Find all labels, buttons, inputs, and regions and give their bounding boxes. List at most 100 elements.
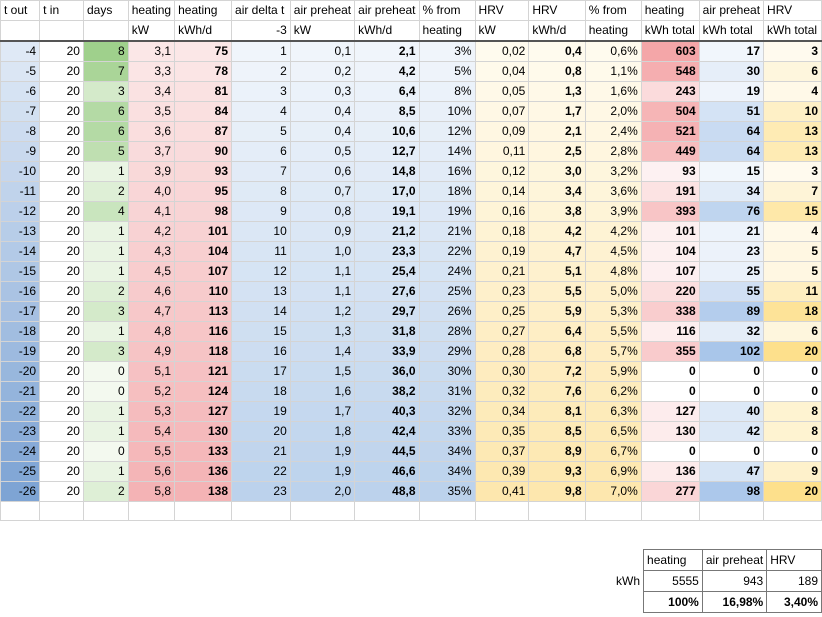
cell-days[interactable]: 5 <box>82 141 129 162</box>
cell-hrv-kwh-total[interactable]: 18 <box>763 301 822 322</box>
empty-cell[interactable] <box>83 521 128 540</box>
cell-air-preheat-kwhd[interactable]: 33,9 <box>354 341 420 362</box>
cell-air-delta-t[interactable]: 4 <box>231 101 291 122</box>
header-cell-air-preheat-kwh-total[interactable]: kWh total <box>698 20 765 42</box>
cell-air-preheat-kwhd[interactable]: 12,7 <box>354 141 420 162</box>
cell-hrv-kwhd[interactable]: 6,4 <box>528 321 586 342</box>
cell-pct-air-from-heating[interactable]: 28% <box>418 321 476 342</box>
cell-hrv-kw[interactable]: 0,12 <box>474 161 530 182</box>
cell-air-preheat-kwhd[interactable]: 4,2 <box>354 61 420 82</box>
cell-heating-kw[interactable]: 4,7 <box>127 301 176 322</box>
cell-heating-kwh-total[interactable]: 0 <box>640 441 700 462</box>
cell-pct-air-from-heating[interactable]: 12% <box>418 121 476 142</box>
cell-air-preheat-kw[interactable]: 0,8 <box>289 201 356 222</box>
cell-hrv-kw[interactable]: 0,21 <box>474 261 530 282</box>
cell-air-preheat-kwhd[interactable]: 48,8 <box>354 481 420 502</box>
cell-air-preheat-kwhd[interactable]: 44,5 <box>354 441 420 462</box>
empty-cell[interactable] <box>475 559 529 578</box>
cell-air-preheat-kw[interactable]: 1,1 <box>289 261 356 282</box>
cell-t-in[interactable]: 20 <box>39 341 84 362</box>
header-cell-air-preheat-kw[interactable]: kW <box>289 20 356 42</box>
cell-heating-kwhd[interactable]: 124 <box>174 381 233 402</box>
cell-t-out[interactable]: -6 <box>0 81 41 102</box>
summary-table[interactable]: heating air preheat HRV kWh 5555 943 189… <box>585 549 822 613</box>
cell-hrv-kwhd[interactable]: 9,8 <box>528 481 586 502</box>
cell-pct-hrv-from-heating[interactable]: 3,6% <box>584 181 642 202</box>
cell-hrv-kwhd[interactable]: 8,9 <box>528 441 586 462</box>
header-cell-hrv-kwhd[interactable]: HRV <box>528 0 586 21</box>
cell-heating-kw[interactable]: 4,0 <box>127 181 176 202</box>
cell-air-preheat-kw[interactable]: 1,1 <box>289 281 356 302</box>
cell-t-out[interactable]: -20 <box>0 361 41 382</box>
cell-air-preheat-kw[interactable]: 0,1 <box>289 40 356 62</box>
header-cell-air-delta-t[interactable]: air delta t <box>231 0 291 21</box>
cell-hrv-kw[interactable]: 0,41 <box>474 481 530 502</box>
cell-heating-kwh-total[interactable]: 603 <box>640 40 700 62</box>
empty-cell[interactable] <box>127 501 176 521</box>
cell-hrv-kwh-total[interactable]: 15 <box>763 201 822 222</box>
cell-heating-kwhd[interactable]: 90 <box>174 141 233 162</box>
cell-heating-kwhd[interactable]: 93 <box>174 161 233 182</box>
cell-heating-kwh-total[interactable]: 93 <box>640 161 700 182</box>
cell-days[interactable]: 3 <box>82 341 129 362</box>
cell-heating-kwh-total[interactable]: 116 <box>640 321 700 342</box>
cell-air-preheat-kw[interactable]: 0,5 <box>289 141 356 162</box>
cell-air-preheat-kw[interactable]: 0,3 <box>289 81 356 102</box>
cell-pct-hrv-from-heating[interactable]: 2,0% <box>584 101 642 122</box>
cell-pct-hrv-from-heating[interactable]: 4,5% <box>584 241 642 262</box>
cell-hrv-kwhd[interactable]: 0,4 <box>528 40 586 62</box>
cell-hrv-kw[interactable]: 0,07 <box>474 101 530 122</box>
cell-air-preheat-kw[interactable]: 1,0 <box>289 241 356 262</box>
cell-hrv-kwhd[interactable]: 7,6 <box>528 381 586 402</box>
empty-cell[interactable] <box>419 540 475 559</box>
cell-pct-hrv-from-heating[interactable]: 5,3% <box>584 301 642 322</box>
empty-cell[interactable] <box>419 559 475 578</box>
header-cell-t-in[interactable] <box>39 20 84 42</box>
cell-pct-air-from-heating[interactable]: 34% <box>418 441 476 462</box>
cell-air-preheat-kwh-total[interactable]: 89 <box>698 301 765 322</box>
empty-cell[interactable] <box>1 559 40 578</box>
cell-hrv-kwh-total[interactable]: 20 <box>763 341 822 362</box>
cell-air-preheat-kwh-total[interactable]: 98 <box>698 481 765 502</box>
cell-air-preheat-kwh-total[interactable]: 64 <box>698 121 765 142</box>
cell-days[interactable]: 1 <box>82 241 129 262</box>
cell-pct-air-from-heating[interactable]: 33% <box>418 421 476 442</box>
cell-air-preheat-kw[interactable]: 1,7 <box>289 401 356 422</box>
cell-hrv-kwh-total[interactable]: 8 <box>763 421 822 442</box>
cell-heating-kwh-total[interactable]: 548 <box>640 61 700 82</box>
header-cell-hrv-kwhd[interactable]: kWh/d <box>528 20 586 42</box>
cell-heating-kwh-total[interactable]: 104 <box>640 241 700 262</box>
empty-cell[interactable] <box>585 521 641 540</box>
summary-header-heating[interactable]: heating <box>643 549 703 571</box>
cell-heating-kwh-total[interactable]: 127 <box>640 401 700 422</box>
cell-air-preheat-kwhd[interactable]: 23,3 <box>354 241 420 262</box>
cell-air-delta-t[interactable]: 20 <box>231 421 291 442</box>
cell-heating-kwhd[interactable]: 87 <box>174 121 233 142</box>
cell-t-out[interactable]: -24 <box>0 441 41 462</box>
summary-unit-label[interactable]: kWh <box>585 571 644 592</box>
cell-hrv-kwhd[interactable]: 3,4 <box>528 181 586 202</box>
cell-hrv-kwhd[interactable]: 6,8 <box>528 341 586 362</box>
cell-air-preheat-kwh-total[interactable]: 51 <box>698 101 765 122</box>
cell-t-out[interactable]: -7 <box>0 101 41 122</box>
cell-hrv-kw[interactable]: 0,39 <box>474 461 530 482</box>
header-cell-pct-air-from-heating[interactable]: heating <box>418 20 476 42</box>
header-cell-hrv-kwh-total[interactable]: kWh total <box>763 20 822 42</box>
cell-heating-kwhd[interactable]: 121 <box>174 361 233 382</box>
cell-air-preheat-kwhd[interactable]: 19,1 <box>354 201 420 222</box>
cell-pct-air-from-heating[interactable]: 14% <box>418 141 476 162</box>
empty-cell[interactable] <box>39 501 84 521</box>
cell-days[interactable]: 6 <box>82 121 129 142</box>
cell-air-preheat-kwhd[interactable]: 40,3 <box>354 401 420 422</box>
cell-t-in[interactable]: 20 <box>39 40 84 62</box>
cell-t-out[interactable]: -10 <box>0 161 41 182</box>
cell-pct-hrv-from-heating[interactable]: 0,6% <box>584 40 642 62</box>
cell-pct-air-from-heating[interactable]: 26% <box>418 301 476 322</box>
cell-air-preheat-kw[interactable]: 1,8 <box>289 421 356 442</box>
cell-heating-kwhd[interactable]: 75 <box>174 40 233 62</box>
cell-air-preheat-kwhd[interactable]: 10,6 <box>354 121 420 142</box>
empty-cell[interactable] <box>641 521 699 540</box>
cell-days[interactable]: 3 <box>82 301 129 322</box>
cell-air-preheat-kwhd[interactable]: 6,4 <box>354 81 420 102</box>
cell-air-preheat-kwh-total[interactable]: 0 <box>698 441 765 462</box>
